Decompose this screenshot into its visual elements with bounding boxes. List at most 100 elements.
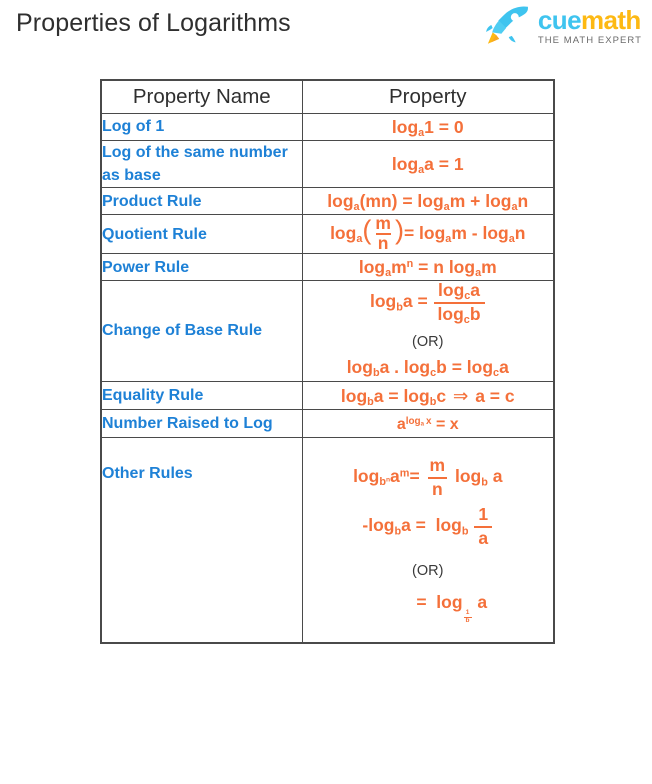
formula-line-2: logba . logcb = logca bbox=[346, 357, 509, 380]
log-argument: a bbox=[402, 291, 413, 312]
log-argument: a bbox=[499, 357, 509, 378]
log-argument: c bbox=[504, 385, 515, 406]
log-argument: m bbox=[449, 191, 466, 212]
property-formula-power-rule: logamn = n logam bbox=[301, 253, 555, 282]
log-argument: n bbox=[514, 222, 526, 243]
log-argument: a bbox=[373, 385, 384, 406]
property-formula-log-of-1: loga1 = 0 bbox=[301, 112, 555, 141]
base-letter: b bbox=[379, 476, 386, 489]
log-argument: a bbox=[401, 515, 411, 536]
left-paren: ( bbox=[362, 214, 372, 246]
log-argument: (mn) bbox=[359, 191, 398, 212]
fraction-denominator: n bbox=[427, 476, 447, 500]
log-argument: a bbox=[470, 280, 481, 301]
exponent: loga x bbox=[405, 415, 432, 428]
formula-line-2: -logba = logb 1a bbox=[303, 505, 554, 548]
log-argument: b bbox=[469, 303, 481, 324]
log-argument: a bbox=[475, 385, 485, 406]
operator: + bbox=[470, 191, 481, 212]
property-formula-change-of-base-rule: logba = logca logcb (OR) logba . logcb = … bbox=[301, 280, 555, 382]
log-argument: b bbox=[436, 357, 447, 378]
log-base: b bbox=[396, 301, 403, 314]
formula-line-1: logbnam= mn logb a bbox=[353, 455, 503, 500]
property-formula-quotient-rule: loga(m n)= logam - logan bbox=[301, 212, 555, 255]
logo-tagline: THE MATH EXPERT bbox=[537, 35, 642, 46]
table-row: Product Rule loga(mn) = logam + logan bbox=[100, 187, 555, 216]
log-base: bn bbox=[379, 476, 390, 488]
page-header: Properties of Logarithms cuemath THE MAT… bbox=[0, 0, 652, 62]
log-argument: a bbox=[379, 357, 390, 378]
property-name-product-rule: Product Rule bbox=[100, 187, 303, 216]
log-argument: m bbox=[481, 257, 497, 278]
fraction-numerator: m bbox=[375, 212, 391, 233]
property-name-number-raised-to-log: Number Raised to Log bbox=[100, 409, 303, 439]
log-base: b bbox=[372, 367, 380, 380]
table-row: Log of 1 loga1 = 0 bbox=[100, 112, 555, 141]
fraction-numerator: m bbox=[429, 455, 446, 476]
log-argument: 1 bbox=[424, 116, 434, 137]
logo-word-cue: cue bbox=[537, 5, 582, 35]
cuemath-logo: cuemath THE MATH EXPERT bbox=[484, 5, 642, 46]
log-result: x bbox=[449, 416, 459, 434]
log-argument: c bbox=[436, 385, 447, 406]
fraction-denominator: logcb bbox=[433, 301, 485, 325]
log-argument: a bbox=[492, 466, 503, 487]
logo-word-math: math bbox=[580, 5, 641, 35]
property-name-power-rule: Power Rule bbox=[100, 253, 303, 282]
property-name-quotient-rule: Quotient Rule bbox=[100, 214, 303, 255]
table-row: Power Rule logamn = n logam bbox=[100, 253, 555, 282]
fraction-numerator: 1 bbox=[478, 504, 489, 525]
property-name-log-same-as-base: Log of the same number as base bbox=[100, 139, 303, 189]
log-base: a bbox=[420, 420, 425, 428]
or-separator: (OR) bbox=[303, 327, 554, 354]
exponent: n bbox=[406, 258, 414, 271]
property-formula-log-same-as-base: logaa = 1 bbox=[301, 139, 555, 189]
log-argument: m bbox=[451, 222, 467, 243]
log-argument: m bbox=[391, 257, 407, 278]
table-row: Quotient Rule loga(m n)= logam - logan bbox=[100, 212, 555, 255]
table-row: Equality Rule logba = logbc ⇒ a = c bbox=[100, 380, 555, 411]
or-separator: (OR) bbox=[303, 556, 554, 583]
implies-icon: ⇒ bbox=[452, 384, 469, 406]
log-argument: a bbox=[390, 466, 400, 487]
argument-exponent: m bbox=[399, 467, 410, 480]
operator: - bbox=[471, 222, 478, 243]
table-row: Log of the same number as base logaa = 1 bbox=[100, 139, 555, 189]
log-result: 0 bbox=[453, 116, 464, 137]
property-formula-number-raised-to-log: aloga x = x bbox=[301, 409, 555, 439]
column-header-property: Property bbox=[301, 79, 555, 114]
fraction-denominator: b bbox=[463, 616, 472, 624]
coefficient: n bbox=[433, 257, 444, 278]
logo-wordmark: cuemath THE MATH EXPERT bbox=[538, 5, 642, 46]
formula-line-1: logba = logca logcb bbox=[303, 280, 554, 325]
fraction-denominator: n bbox=[375, 232, 391, 253]
fraction: mn bbox=[373, 212, 393, 253]
log-argument: n bbox=[517, 191, 529, 212]
property-name-equality-rule: Equality Rule bbox=[100, 380, 303, 411]
log-argument: x bbox=[426, 415, 432, 427]
property-name-log-of-1: Log of 1 bbox=[100, 112, 303, 141]
log-base: 1b bbox=[463, 602, 473, 623]
fraction: 1a bbox=[474, 504, 493, 548]
property-formula-equality-rule: logba = logbc ⇒ a = c bbox=[301, 380, 555, 411]
log-base: b bbox=[367, 395, 374, 408]
log-base: b bbox=[461, 525, 469, 538]
table-row: Number Raised to Log aloga x = x bbox=[100, 409, 555, 439]
fraction-numerator: logca bbox=[438, 280, 481, 303]
or-label: (OR) bbox=[412, 333, 444, 350]
or-label: (OR) bbox=[412, 563, 444, 580]
fraction: logca logcb bbox=[433, 280, 485, 325]
formula-line-3: = log 1 b a bbox=[416, 592, 488, 624]
properties-table: Property Name Property Log of 1 loga1 = … bbox=[100, 79, 555, 645]
log-argument: a bbox=[477, 592, 488, 613]
log-base: b bbox=[481, 476, 488, 489]
right-paren: ) bbox=[394, 214, 404, 246]
table-row: Change of Base Rule logba = logca logcb (… bbox=[100, 280, 555, 382]
property-name-other-rules: Other Rules bbox=[100, 437, 303, 644]
page-title: Properties of Logarithms bbox=[16, 9, 291, 37]
fraction: 1b bbox=[463, 609, 472, 624]
table-header-row: Property Name Property bbox=[100, 79, 555, 114]
property-formula-product-rule: loga(mn) = logam + logan bbox=[301, 187, 555, 216]
properties-table-wrapper: Property Name Property Log of 1 loga1 = … bbox=[100, 79, 555, 645]
rocket-icon bbox=[484, 5, 530, 45]
